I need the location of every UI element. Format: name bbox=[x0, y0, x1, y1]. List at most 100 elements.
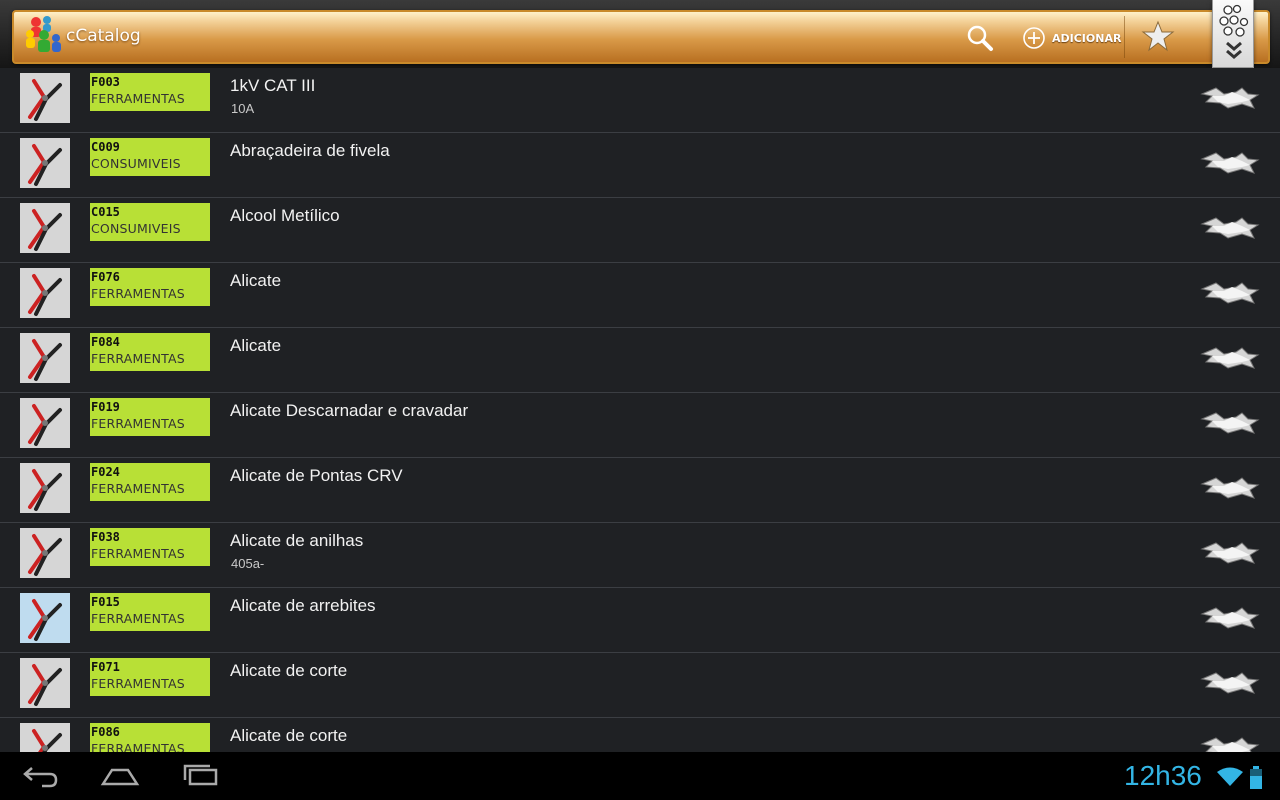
item-subtitle: 10A bbox=[231, 101, 255, 116]
favorites-button[interactable] bbox=[1140, 18, 1176, 54]
item-tag: F024 FERRAMENTAS bbox=[90, 463, 210, 501]
list-item[interactable]: F071 FERRAMENTAS Alicate de corte bbox=[0, 653, 1280, 718]
list-item[interactable]: F084 FERRAMENTAS Alicate bbox=[0, 328, 1280, 393]
item-thumbnail bbox=[20, 658, 70, 708]
item-title: Alicate Descarnadar e cravadar bbox=[230, 401, 469, 420]
item-code: F086 bbox=[91, 725, 120, 739]
item-title: Alicate bbox=[230, 271, 282, 290]
add-circle-icon bbox=[1023, 27, 1045, 49]
item-tag: F086 FERRAMENTAS bbox=[90, 723, 210, 752]
star-pair-icon bbox=[1200, 672, 1260, 694]
item-code: C015 bbox=[91, 205, 120, 219]
item-tag: F071 FERRAMENTAS bbox=[90, 658, 210, 696]
add-button[interactable]: ADICIONAR bbox=[1022, 22, 1121, 54]
item-thumbnail bbox=[20, 593, 70, 643]
item-tag: F084 FERRAMENTAS bbox=[90, 333, 210, 371]
recent-apps-button[interactable] bbox=[180, 762, 220, 794]
star-icon bbox=[1141, 20, 1175, 52]
item-tag: F038 FERRAMENTAS bbox=[90, 528, 210, 566]
item-code: C009 bbox=[91, 140, 120, 154]
item-code: F003 bbox=[91, 75, 120, 89]
star-pair-icon bbox=[1200, 737, 1260, 752]
list-item[interactable]: F038 FERRAMENTAS Alicate de anilhas 405a… bbox=[0, 523, 1280, 588]
app-logo-icon[interactable] bbox=[22, 14, 66, 58]
item-title: Abraçadeira de fivela bbox=[230, 141, 390, 160]
star-pair-icon bbox=[1200, 412, 1260, 434]
item-category: FERRAMENTAS bbox=[91, 481, 185, 496]
search-button[interactable] bbox=[962, 20, 998, 56]
catalog-list[interactable]: F003 FERRAMENTAS 1kV CAT III 10A C009 CO… bbox=[0, 68, 1280, 752]
favorite-toggle[interactable] bbox=[1198, 468, 1262, 508]
item-category: CONSUMIVEIS bbox=[91, 221, 181, 236]
item-code: F019 bbox=[91, 400, 120, 414]
star-pair-icon bbox=[1200, 477, 1260, 499]
app-title: cCatalog bbox=[66, 26, 141, 46]
item-code: F071 bbox=[91, 660, 120, 674]
favorite-toggle[interactable] bbox=[1198, 208, 1262, 248]
battery-icon bbox=[1250, 766, 1262, 789]
item-thumbnail bbox=[20, 333, 70, 383]
list-item[interactable]: F015 FERRAMENTAS Alicate de arrebites bbox=[0, 588, 1280, 653]
item-thumbnail bbox=[20, 723, 70, 752]
list-item[interactable]: F086 FERRAMENTAS Alicate de corte bbox=[0, 718, 1280, 752]
list-item[interactable]: C015 CONSUMIVEIS Alcool Metílico bbox=[0, 198, 1280, 263]
item-title: 1kV CAT III bbox=[230, 76, 316, 95]
list-item[interactable]: F003 FERRAMENTAS 1kV CAT III 10A bbox=[0, 68, 1280, 133]
people-chevron-icon bbox=[1219, 4, 1249, 37]
item-title: Alcool Metílico bbox=[230, 206, 340, 225]
item-tag: C015 CONSUMIVEIS bbox=[90, 203, 210, 241]
back-button[interactable] bbox=[20, 762, 60, 794]
star-pair-icon bbox=[1200, 542, 1260, 564]
wifi-icon bbox=[1217, 767, 1243, 786]
favorite-toggle[interactable] bbox=[1198, 533, 1262, 573]
list-item[interactable]: F076 FERRAMENTAS Alicate bbox=[0, 263, 1280, 328]
favorite-toggle[interactable] bbox=[1198, 273, 1262, 313]
overflow-menu-button[interactable] bbox=[1212, 0, 1254, 68]
back-arrow-icon bbox=[23, 767, 58, 788]
star-pair-icon bbox=[1200, 347, 1260, 369]
favorite-toggle[interactable] bbox=[1198, 403, 1262, 443]
item-code: F015 bbox=[91, 595, 120, 609]
favorite-toggle[interactable] bbox=[1198, 598, 1262, 638]
item-category: FERRAMENTAS bbox=[91, 416, 185, 431]
favorite-toggle[interactable] bbox=[1198, 663, 1262, 703]
status-clock: 12h36 bbox=[1124, 760, 1202, 791]
item-tag: C009 CONSUMIVEIS bbox=[90, 138, 210, 176]
item-code: F038 bbox=[91, 530, 120, 544]
home-button[interactable] bbox=[100, 762, 140, 794]
star-pair-icon bbox=[1200, 87, 1260, 109]
item-code: F076 bbox=[91, 270, 120, 284]
list-item[interactable]: F024 FERRAMENTAS Alicate de Pontas CRV bbox=[0, 458, 1280, 523]
item-category: FERRAMENTAS bbox=[91, 546, 185, 561]
favorite-toggle[interactable] bbox=[1198, 78, 1262, 118]
star-pair-icon bbox=[1200, 607, 1260, 629]
item-category: FERRAMENTAS bbox=[91, 351, 185, 366]
list-item[interactable]: C009 CONSUMIVEIS Abraçadeira de fivela bbox=[0, 133, 1280, 198]
chevron-down-icon bbox=[1226, 41, 1242, 59]
item-tag: F003 FERRAMENTAS bbox=[90, 73, 210, 111]
favorite-toggle[interactable] bbox=[1198, 338, 1262, 378]
item-tag: F019 FERRAMENTAS bbox=[90, 398, 210, 436]
item-tag: F015 FERRAMENTAS bbox=[90, 593, 210, 631]
item-category: FERRAMENTAS bbox=[91, 676, 185, 691]
navigation-bar: 12h36 bbox=[0, 752, 1280, 800]
list-item[interactable]: F019 FERRAMENTAS Alicate Descarnadar e c… bbox=[0, 393, 1280, 458]
favorite-toggle[interactable] bbox=[1198, 143, 1262, 183]
item-title: Alicate de corte bbox=[230, 726, 348, 745]
item-category: FERRAMENTAS bbox=[91, 286, 185, 301]
search-icon bbox=[967, 25, 993, 51]
item-thumbnail bbox=[20, 73, 70, 123]
item-category: FERRAMENTAS bbox=[91, 91, 185, 106]
star-pair-icon bbox=[1200, 217, 1260, 239]
add-button-label: ADICIONAR bbox=[1052, 31, 1122, 45]
action-bar: cCatalog ADICIONAR bbox=[12, 10, 1270, 64]
item-title: Alicate de anilhas bbox=[230, 531, 364, 550]
item-category: CONSUMIVEIS bbox=[91, 156, 181, 171]
star-pair-icon bbox=[1200, 152, 1260, 174]
star-pair-icon bbox=[1200, 282, 1260, 304]
item-title: Alicate de Pontas CRV bbox=[230, 466, 403, 485]
home-icon bbox=[100, 768, 140, 786]
favorite-toggle[interactable] bbox=[1198, 728, 1262, 752]
item-thumbnail bbox=[20, 463, 70, 513]
item-category: FERRAMENTAS bbox=[91, 611, 185, 626]
